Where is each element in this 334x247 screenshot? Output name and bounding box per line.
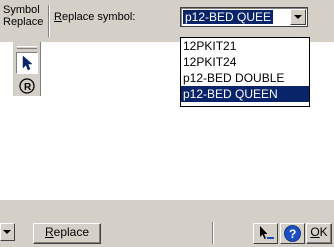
replace-symbol-combo[interactable]: p12-BED QUEE bbox=[180, 7, 308, 27]
replace-button-access-key: R bbox=[44, 225, 54, 239]
select-arrow-icon[interactable] bbox=[16, 52, 38, 74]
ok-button[interactable]: OK bbox=[306, 223, 332, 244]
group-label: Symbol Replace bbox=[3, 4, 45, 28]
replace-symbol-label: Replace symbol: bbox=[54, 11, 135, 23]
dropdown-option[interactable]: 12PKIT21 bbox=[181, 38, 309, 54]
dropdown-option[interactable]: p12-BED DOUBLE bbox=[181, 70, 309, 86]
svg-text:R: R bbox=[24, 82, 32, 93]
group-separator bbox=[48, 5, 50, 37]
rotate-icon[interactable]: R bbox=[16, 76, 38, 96]
replace-button-label: eplace bbox=[53, 225, 90, 239]
bottom-toolbar: Replace ? OK bbox=[0, 200, 334, 247]
help-button[interactable]: ? bbox=[280, 223, 305, 244]
ok-button-label: K bbox=[319, 225, 328, 239]
replace-button[interactable]: Replace bbox=[33, 223, 101, 244]
svg-text:?: ? bbox=[289, 227, 296, 241]
replace-symbol-label-text: eplace symbol: bbox=[61, 11, 136, 23]
group-label-line1: Symbol bbox=[3, 4, 40, 16]
toolbox-grip-shadow bbox=[17, 48, 37, 49]
pointer-mode-button[interactable] bbox=[253, 223, 278, 244]
chevron-down-icon[interactable] bbox=[0, 223, 15, 241]
property-bar: Symbol Replace Replace symbol: p12-BED Q… bbox=[0, 0, 334, 42]
replace-symbol-label-access-key: R bbox=[54, 11, 62, 23]
replace-symbol-combo-value[interactable]: p12-BED QUEE bbox=[181, 9, 275, 25]
dropdown-option[interactable]: 12PKIT24 bbox=[181, 54, 309, 70]
pointer-dash-icon bbox=[260, 226, 274, 239]
toolbar-separator bbox=[212, 222, 214, 244]
dropdown-option-selected[interactable]: p12-BED QUEEN bbox=[181, 86, 309, 102]
toolbox-grip[interactable] bbox=[17, 46, 37, 47]
chevron-down-icon[interactable] bbox=[290, 9, 306, 25]
ok-button-access-key: O bbox=[310, 225, 320, 239]
help-icon: ? bbox=[284, 225, 301, 242]
symbol-dropdown-list[interactable]: 12PKIT21 12PKIT24 p12-BED DOUBLE p12-BED… bbox=[180, 37, 310, 107]
group-label-line2: Replace bbox=[3, 16, 44, 28]
toolbox: R bbox=[13, 42, 41, 96]
